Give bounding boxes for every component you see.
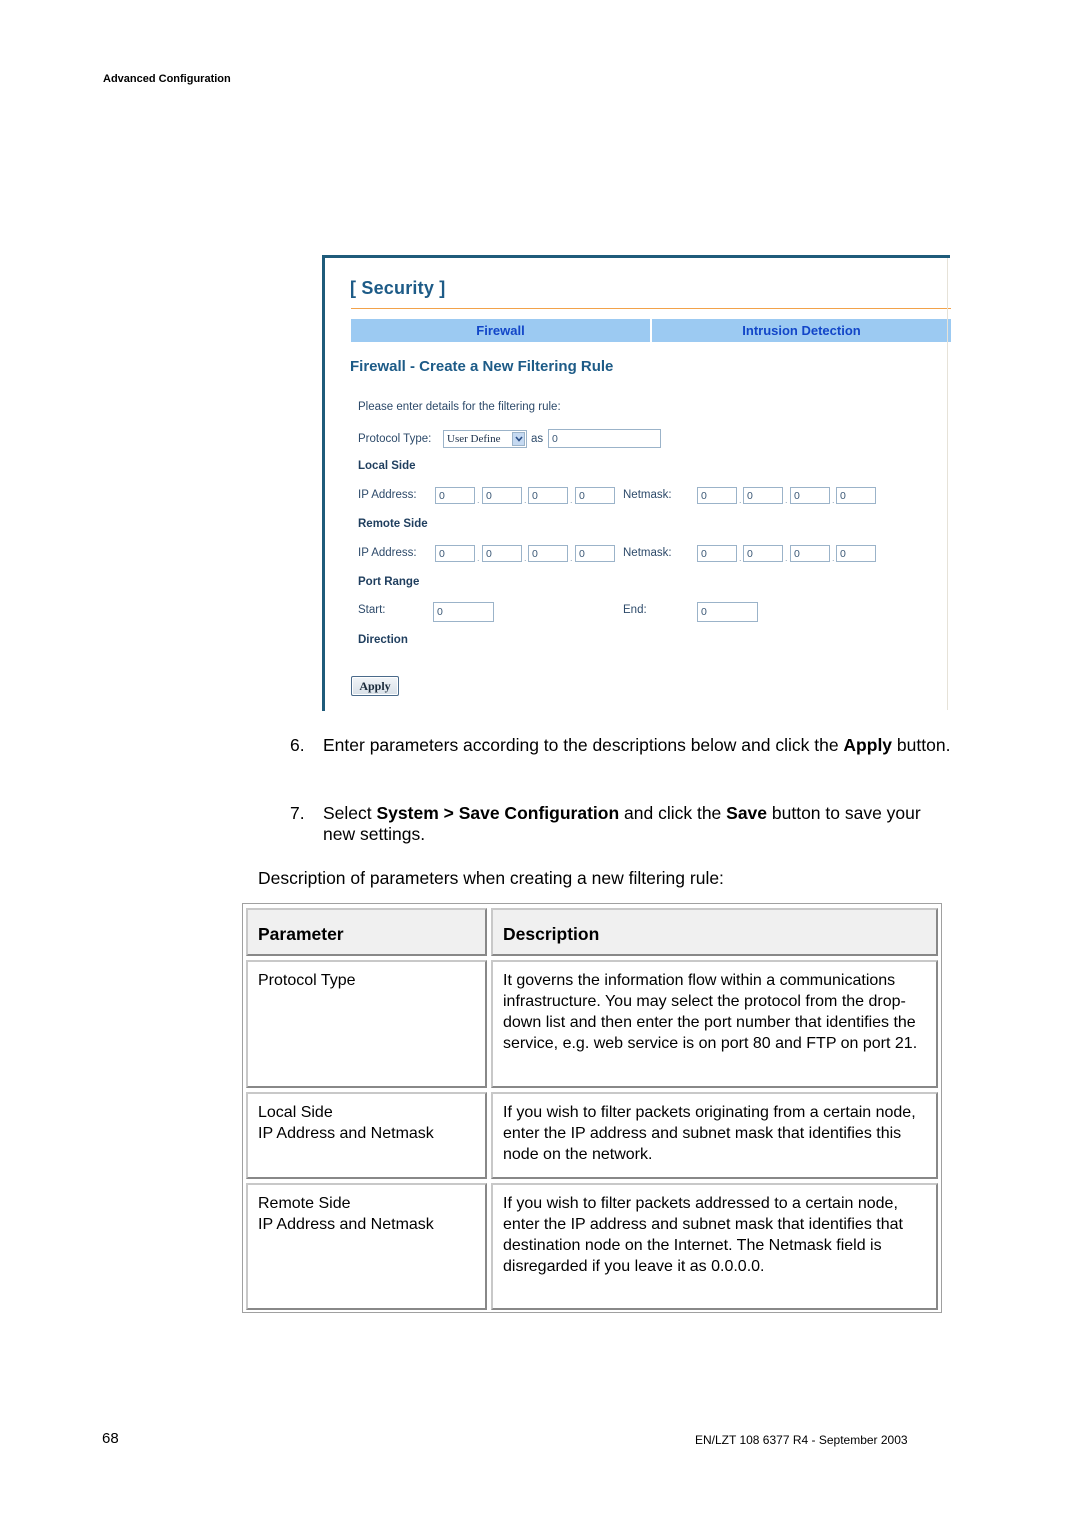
param-text: Protocol Type (258, 972, 356, 989)
param-text: IP Address and Netmask (258, 1125, 434, 1142)
form-title: Firewall - Create a New Filtering Rule (350, 358, 614, 375)
dot-separator: . (739, 553, 742, 563)
direction-heading: Direction (358, 634, 408, 646)
text-run: button. (892, 735, 951, 755)
parameter-table: Parameter Description Protocol Type It g… (242, 903, 942, 1313)
port-start-input[interactable] (433, 602, 494, 622)
dot-separator: . (785, 553, 788, 563)
remote-netmask-octet-4[interactable] (836, 545, 876, 562)
remote-ip-octet-2[interactable] (482, 545, 522, 562)
security-screenshot: [ Security ] Firewall Intrusion Detectio… (322, 255, 951, 711)
protocol-type-label: Protocol Type: (358, 433, 432, 445)
local-side-heading: Local Side (358, 460, 416, 472)
remote-netmask-octet-2[interactable] (743, 545, 783, 562)
port-range-heading: Port Range (358, 576, 420, 588)
divider (351, 308, 951, 309)
page-number: 68 (102, 1430, 119, 1447)
local-ip-octet-4[interactable] (575, 487, 615, 504)
local-netmask-label: Netmask: (623, 489, 672, 501)
local-netmask-octet-1[interactable] (697, 487, 737, 504)
table-row-param: Local Side IP Address and Netmask (246, 1092, 487, 1179)
step-number: 7. (290, 803, 305, 823)
dot-separator: . (477, 553, 480, 563)
chevron-down-icon[interactable] (512, 432, 525, 446)
dot-separator: . (785, 495, 788, 505)
remote-ip-label: IP Address: (358, 547, 417, 559)
remote-netmask-octet-1[interactable] (697, 545, 737, 562)
protocol-port-input[interactable] (548, 429, 661, 448)
param-text: Local Side (258, 1104, 333, 1121)
running-header: Advanced Configuration (103, 73, 231, 85)
screenshot-edge (947, 258, 948, 710)
local-netmask-octet-3[interactable] (790, 487, 830, 504)
dot-separator: . (832, 495, 835, 505)
security-tabs: Firewall Intrusion Detection (351, 319, 951, 342)
remote-netmask-label: Netmask: (623, 547, 672, 559)
table-row-desc: It governs the information flow within a… (491, 960, 938, 1088)
local-ip-octet-2[interactable] (482, 487, 522, 504)
protocol-type-value: User Define (447, 433, 501, 445)
table-intro: Description of parameters when creating … (258, 868, 724, 888)
step-text: Select System > Save Configuration and c… (323, 803, 953, 845)
tab-firewall[interactable]: Firewall (351, 319, 650, 342)
param-text: Remote Side (258, 1195, 351, 1212)
dot-separator: . (524, 495, 527, 505)
bold-run: System > Save Configuration (376, 803, 620, 823)
remote-netmask-octet-3[interactable] (790, 545, 830, 562)
dot-separator: . (570, 495, 573, 505)
security-title: [ Security ] (350, 278, 446, 298)
header-parameter: Parameter (246, 908, 487, 956)
param-text: IP Address and Netmask (258, 1216, 434, 1233)
dot-separator: . (524, 553, 527, 563)
local-netmask-octet-4[interactable] (836, 487, 876, 504)
table-row-param: Remote Side IP Address and Netmask (246, 1183, 487, 1310)
remote-ip-octet-4[interactable] (575, 545, 615, 562)
local-ip-octet-3[interactable] (528, 487, 568, 504)
document-reference: EN/LZT 108 6377 R4 - September 2003 (695, 1433, 908, 1447)
dot-separator: . (570, 553, 573, 563)
header-description: Description (491, 908, 938, 956)
local-ip-octet-1[interactable] (435, 487, 475, 504)
port-end-input[interactable] (697, 602, 758, 622)
port-end-label: End: (623, 604, 647, 616)
bold-run: Apply (843, 735, 893, 755)
protocol-as-label: as (531, 433, 544, 445)
remote-ip-octet-1[interactable] (435, 545, 475, 562)
text-run: Enter parameters according to the descri… (323, 735, 844, 755)
tab-intrusion-detection[interactable]: Intrusion Detection (650, 319, 951, 342)
table-row-desc: If you wish to filter packets originatin… (491, 1092, 938, 1179)
table-row-param: Protocol Type (246, 960, 487, 1088)
dot-separator: . (832, 553, 835, 563)
dot-separator: . (739, 495, 742, 505)
dot-separator: . (477, 495, 480, 505)
step-number: 6. (290, 735, 305, 755)
remote-ip-octet-3[interactable] (528, 545, 568, 562)
apply-button[interactable]: Apply (351, 676, 399, 696)
bold-run: Save (726, 803, 768, 823)
table-row-desc: If you wish to filter packets addressed … (491, 1183, 938, 1310)
text-run: Select (323, 803, 377, 823)
local-netmask-octet-2[interactable] (743, 487, 783, 504)
port-start-label: Start: (358, 604, 386, 616)
instruction-text: Please enter details for the filtering r… (358, 401, 561, 413)
protocol-type-select[interactable]: User Define (443, 430, 527, 448)
step-text: Enter parameters according to the descri… (323, 735, 953, 756)
local-ip-label: IP Address: (358, 489, 417, 501)
remote-side-heading: Remote Side (358, 518, 428, 530)
text-run: and click the (619, 803, 727, 823)
